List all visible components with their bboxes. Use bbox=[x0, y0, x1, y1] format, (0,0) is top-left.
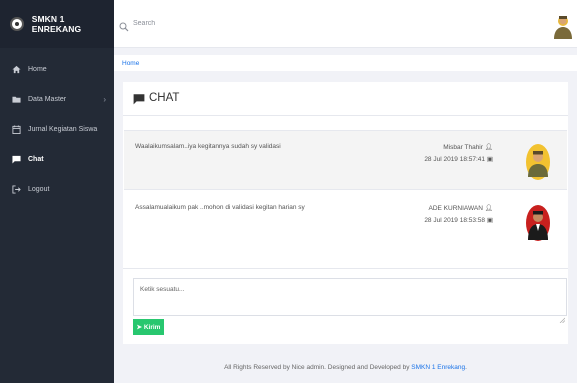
sidebar-item-jurnal-kegiatan-siswa[interactable]: Jurnal Kegiatan Siswa bbox=[0, 114, 114, 144]
message-text: Waalaikumsalam..iya kegitannya sudah sy … bbox=[135, 143, 281, 150]
chat-icon bbox=[133, 92, 145, 105]
calendar-icon: ▣ bbox=[486, 217, 493, 224]
chevron-right-icon: › bbox=[103, 94, 106, 104]
folder-icon bbox=[12, 95, 21, 104]
chat-message: Waalaikumsalam..iya kegitannya sudah sy … bbox=[124, 130, 567, 190]
footer-link[interactable]: SMKN 1 Enrekang bbox=[411, 364, 465, 371]
sender-avatar bbox=[525, 143, 551, 181]
user-avatar[interactable] bbox=[552, 13, 574, 39]
time-row: 28 Jul 2019 18:57:41 ▣ bbox=[424, 154, 493, 166]
sidebar-menu: Home Data Master › Jurnal Kegiatan Siswa… bbox=[0, 54, 114, 204]
sender-row: ADE KURNIAWAN 👤︎ bbox=[424, 203, 494, 215]
chat-title: CHAT bbox=[149, 92, 180, 104]
search-icon[interactable] bbox=[119, 19, 129, 31]
sidebar-item-label: Logout bbox=[28, 185, 50, 193]
sidebar-item-logout[interactable]: Logout bbox=[0, 174, 114, 204]
divider bbox=[123, 115, 568, 116]
footer-end: . bbox=[465, 364, 467, 371]
message-time: 28 Jul 2019 18:53:58 bbox=[424, 217, 486, 224]
sidebar-item-home[interactable]: Home bbox=[0, 54, 114, 84]
chat-card: CHAT Waalaikumsalam..iya kegitannya suda… bbox=[123, 82, 568, 344]
message-time: 28 Jul 2019 18:57:41 bbox=[424, 156, 486, 163]
sidebar-item-label: Jurnal Kegiatan Siswa bbox=[28, 125, 98, 133]
sender-name: Misbar Thahir bbox=[443, 144, 483, 151]
breadcrumb: Home bbox=[114, 55, 577, 71]
sidebar-item-label: Home bbox=[28, 65, 47, 73]
topbar bbox=[114, 0, 577, 48]
user-icon: 👤︎ bbox=[484, 205, 493, 212]
sidebar: SMKN 1 ENREKANG Home Data Master › Jurna… bbox=[0, 0, 114, 383]
user-icon: 👤︎ bbox=[484, 144, 493, 151]
sidebar-item-chat[interactable]: Chat bbox=[0, 144, 114, 174]
footer-text: All Rights Reserved by Nice admin. Desig… bbox=[224, 364, 412, 371]
search-input[interactable] bbox=[133, 20, 333, 27]
message-meta: Misbar Thahir 👤︎ 28 Jul 2019 18:57:41 ▣ bbox=[424, 142, 493, 166]
message-text: Assalamualaikum pak ..mohon di validasi … bbox=[135, 204, 305, 211]
chat-icon bbox=[12, 155, 21, 164]
sidebar-item-data-master[interactable]: Data Master › bbox=[0, 84, 114, 114]
sender-name: ADE KURNIAWAN bbox=[428, 205, 483, 212]
page-title: CHAT bbox=[133, 92, 180, 105]
calendar-icon bbox=[12, 124, 21, 134]
breadcrumb-home-link[interactable]: Home bbox=[122, 60, 139, 67]
divider bbox=[123, 268, 568, 269]
message-input[interactable] bbox=[133, 278, 567, 316]
time-row: 28 Jul 2019 18:53:58 ▣ bbox=[424, 215, 493, 227]
school-emblem-icon bbox=[10, 17, 24, 31]
chat-message: Assalamualaikum pak ..mohon di validasi … bbox=[124, 192, 567, 252]
sidebar-item-label: Chat bbox=[28, 155, 44, 163]
home-icon bbox=[12, 65, 21, 74]
sender-avatar bbox=[525, 204, 551, 242]
calendar-icon: ▣ bbox=[486, 156, 493, 163]
send-button[interactable]: ➤ Kirim bbox=[133, 319, 164, 335]
resize-grip-icon[interactable] bbox=[559, 310, 566, 324]
send-icon: ➤ bbox=[136, 324, 142, 331]
send-label: Kirim bbox=[143, 323, 161, 331]
logout-icon bbox=[12, 184, 21, 194]
brand-name: SMKN 1 ENREKANG bbox=[31, 14, 82, 34]
message-meta: ADE KURNIAWAN 👤︎ 28 Jul 2019 18:53:58 ▣ bbox=[424, 203, 493, 227]
sender-row: Misbar Thahir 👤︎ bbox=[424, 142, 493, 154]
brand[interactable]: SMKN 1 ENREKANG bbox=[0, 0, 114, 48]
search-box bbox=[119, 11, 369, 37]
footer: All Rights Reserved by Nice admin. Desig… bbox=[114, 364, 577, 371]
sidebar-item-label: Data Master bbox=[28, 95, 67, 103]
